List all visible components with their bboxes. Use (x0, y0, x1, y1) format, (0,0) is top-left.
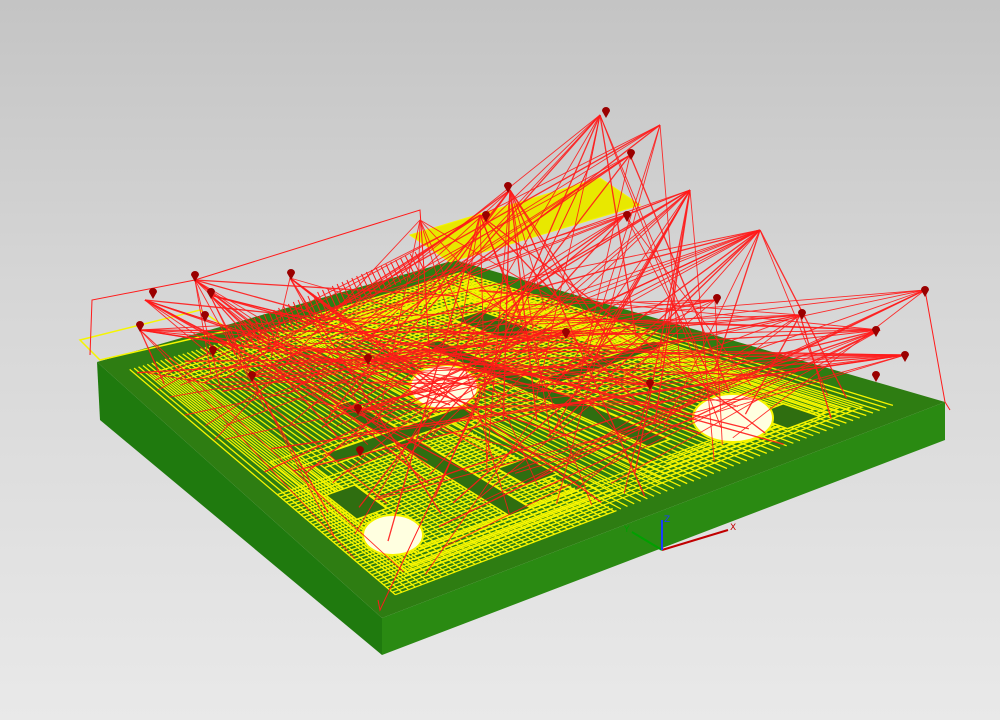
marker-head (149, 288, 157, 299)
marker-head (872, 326, 880, 337)
tool-position-marker-icon (287, 269, 295, 280)
tool-position-marker-icon (921, 286, 929, 297)
tool-position-marker-icon (149, 288, 157, 299)
tool-position-marker-icon (872, 371, 880, 382)
3d-toolpath-viewport[interactable]: X Y Z (0, 0, 1000, 720)
marker-head (901, 351, 909, 362)
marker-head (602, 107, 610, 118)
z-axis-label: Z (664, 515, 670, 525)
marker-head (713, 294, 721, 305)
marker-head (921, 286, 929, 297)
tool-position-marker-icon (872, 326, 880, 337)
marker-head (287, 269, 295, 280)
tool-position-marker-icon (901, 351, 909, 362)
retract-path (924, 289, 951, 411)
tool-position-marker-icon (602, 107, 610, 118)
toolpath-scene[interactable]: X Y Z (0, 0, 1000, 720)
rapid-move (730, 289, 926, 359)
tool-position-marker-icon (713, 294, 721, 305)
x-axis-label: X (730, 523, 736, 533)
marker-head (872, 371, 880, 382)
y-axis-label: Y (623, 525, 630, 535)
